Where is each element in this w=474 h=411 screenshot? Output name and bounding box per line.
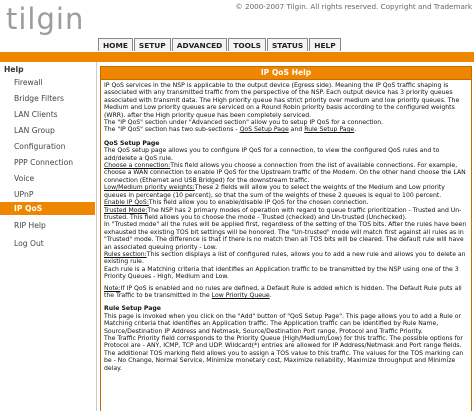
copyright-text: © 2000-2007 Tilgin. All rights reserved.… [235, 2, 472, 11]
note-item: Note:If IP QoS is enabled and no rules a… [104, 285, 468, 300]
tab-help[interactable]: HELP [309, 38, 341, 51]
help-content: IP QoS services in the NSP is applicable… [100, 80, 472, 411]
rules-section-item: Rules section:This section displays a li… [104, 251, 468, 266]
low-priority-queue-link[interactable]: Low Priority Queue [212, 292, 270, 299]
rule-setup-paragraph-2: The Traffic Priority field corresponds t… [104, 335, 463, 350]
rules-section-text: This section displays a list of configur… [104, 250, 466, 266]
sidebar-item-rip-help[interactable]: RIP Help [14, 221, 46, 230]
sidebar-item-configuration[interactable]: Configuration [14, 142, 66, 151]
tab-status[interactable]: STATUS [266, 38, 309, 51]
choose-connection-label: Choose a connection: [104, 162, 171, 170]
tab-advanced[interactable]: ADVANCED [171, 38, 228, 51]
note-label: Note: [104, 284, 121, 292]
tab-tools[interactable]: TOOLS [228, 38, 266, 51]
rule-setup-heading: Rule Setup Page [104, 305, 161, 313]
subsections-text: The "IP QoS" section has two sub-section… [104, 126, 240, 134]
choose-connection-item: Choose a connection:This field allows yo… [104, 162, 468, 184]
sidebar-item-ip-qos[interactable]: IP QoS [0, 202, 95, 215]
rules-section-label: Rules section: [104, 250, 147, 258]
and-text: and [288, 126, 305, 134]
sidebar-item-bridge-filters[interactable]: Bridge Filters [14, 94, 64, 103]
intro-advanced-line: The "IP QoS" section under "Advanced sec… [104, 119, 384, 127]
rule-setup-paragraph-3: The additional TOS marking field allows … [104, 349, 464, 372]
intro-paragraph: IP QoS services in the NSP is applicable… [104, 82, 460, 119]
sidebar-item-ppp-connection[interactable]: PPP Connection [14, 158, 73, 167]
sidebar-heading: Help [4, 65, 24, 74]
tab-home[interactable]: HOME [98, 38, 133, 51]
sidebar-item-lan-group[interactable]: LAN Group [14, 126, 55, 135]
enable-qos-text: This field allow you to enable/disable I… [148, 199, 369, 207]
trusted-mode-detail: In "Trusted mode" all the rules will be … [104, 221, 467, 251]
sidebar: Help Firewall Bridge Filters LAN Clients… [0, 62, 95, 411]
main-content: IP QoS Help IP QoS services in the NSP i… [96, 62, 474, 411]
trusted-mode-item: Trusted Mode:The NSP has 2 primary modes… [104, 207, 468, 222]
sidebar-item-firewall[interactable]: Firewall [14, 78, 43, 87]
low-medium-label: Low/Medium priority weights: [104, 184, 195, 192]
trusted-mode-text: The NSP has 2 primary modes of operation… [104, 206, 462, 221]
rule-setup-paragraph-1: This page is invoked when you click on t… [104, 312, 461, 335]
top-nav: HOME SETUP ADVANCED TOOLS STATUS HELP [98, 38, 342, 51]
header-orange-bar [0, 52, 474, 62]
sidebar-item-voice[interactable]: Voice [14, 174, 34, 183]
enable-qos-item: Enable IP QoS:This field allow you to en… [104, 199, 468, 206]
period-text: . [354, 126, 357, 134]
trusted-mode-label: Trusted Mode: [104, 206, 148, 214]
tilgin-logo[interactable]: tilgin [6, 2, 84, 36]
intro-subsections-line: The "IP QoS" section has two sub-section… [104, 126, 468, 133]
note-period: . [269, 291, 272, 299]
low-medium-item: Low/Medium priority weights:These 2 fiel… [104, 184, 468, 199]
qos-setup-desc: The QoS setup page allows you to configu… [104, 147, 440, 162]
qos-setup-heading: QoS Setup Page [104, 139, 160, 147]
rules-section-detail: Each rule is a Matching criteria that id… [104, 265, 459, 281]
sidebar-item-log-out[interactable]: Log Out [14, 239, 44, 248]
qos-setup-link[interactable]: QoS Setup Page [240, 126, 289, 133]
page-title: IP QoS Help [100, 66, 472, 80]
sidebar-item-upnp[interactable]: UPnP [14, 190, 33, 199]
enable-qos-label: Enable IP QoS: [104, 199, 149, 207]
note-text: If IP QoS is enabled and no rules are de… [104, 284, 462, 299]
tab-setup[interactable]: SETUP [133, 38, 171, 51]
sidebar-item-lan-clients[interactable]: LAN Clients [14, 110, 58, 119]
header: tilgin © 2000-2007 Tilgin. All rights re… [0, 0, 474, 62]
rule-setup-link[interactable]: Rule Setup Page [304, 126, 354, 133]
